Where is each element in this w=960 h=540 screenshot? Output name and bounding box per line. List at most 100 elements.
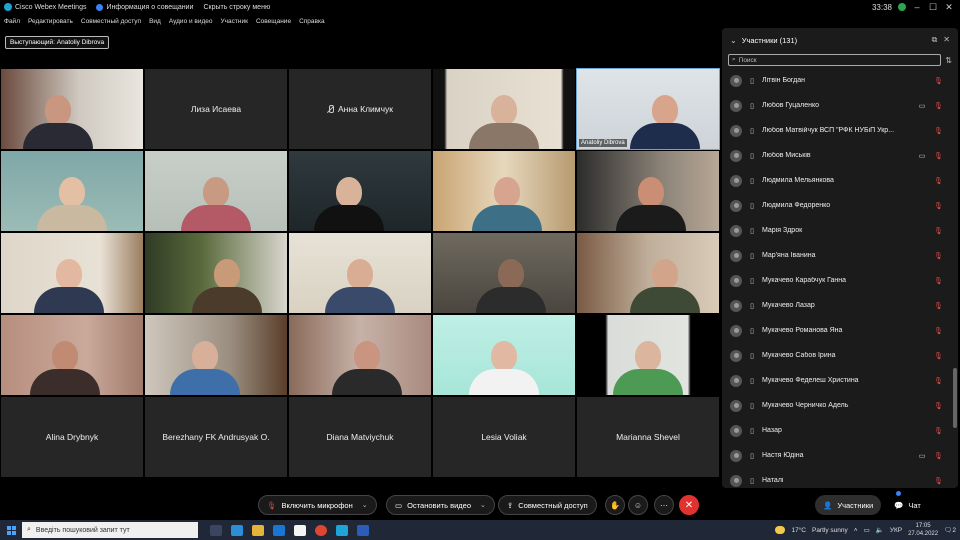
muted-mic-icon[interactable]: 🎙 [934,452,943,460]
participant-row[interactable]: ▯ Людмила Федоренко 🎙 [722,193,950,218]
muted-mic-icon[interactable]: 🎙 [934,402,943,410]
notifications-icon[interactable]: 🗨2 [944,526,956,534]
stop-video-button[interactable]: ▭ Остановить видео ⌄ [386,495,495,515]
video-tile[interactable]: Лиза Исаева [145,69,287,149]
word-icon[interactable] [357,524,369,536]
muted-mic-icon[interactable]: 🎙 [934,352,943,360]
muted-mic-icon[interactable]: 🎙 [934,152,943,160]
participant-row[interactable]: ▯ Наталі 🎙 [722,468,950,488]
clock[interactable]: 17:05 27.04.2022 [908,522,938,538]
menu-participant[interactable]: Участник [221,18,248,25]
video-tile[interactable] [145,151,287,231]
video-tile[interactable] [145,233,287,313]
participant-row[interactable]: ▯ Мукачево Сабов Ірина 🎙 [722,343,950,368]
muted-mic-icon[interactable]: 🎙 [934,302,943,310]
video-tile[interactable] [145,315,287,395]
video-tile[interactable]: Berezhany FK Andrusyak O. [145,397,287,477]
participant-row[interactable]: ▯ Марія Здрок 🎙 [722,218,950,243]
video-tile[interactable] [577,233,719,313]
webex-taskbar-icon[interactable] [336,524,348,536]
muted-mic-icon[interactable]: 🎙 [934,77,943,85]
participant-row[interactable]: ▯ Мукачево Черничко Адель 🎙 [722,393,950,418]
participant-row[interactable]: ▯ Мукачево Феделеш Христина 🎙 [722,368,950,393]
video-tile[interactable]: Diana Matviychuk [289,397,431,477]
file-explorer-icon[interactable] [252,524,264,536]
muted-mic-icon[interactable]: 🎙 [934,377,943,385]
participant-row[interactable]: ▯ Людмила Мельянкова 🎙 [722,168,950,193]
leave-meeting-button[interactable]: ✕ [679,495,699,515]
participant-row[interactable]: ▯ Любов Матвійчук ВСП "РФК НУБіП Укр... 🎙 [722,118,950,143]
unmute-button[interactable]: 🎙 Включить микрофон ⌄ [258,495,377,515]
share-button[interactable]: ⇪ Совместный доступ [498,495,597,515]
muted-mic-icon[interactable]: 🎙 [934,427,943,435]
participant-row[interactable]: ▯ Любов Гуцаленко ▭ 🎙 [722,93,950,118]
muted-mic-icon[interactable]: 🎙 [934,477,943,485]
sort-icon[interactable]: ⇅ [945,56,952,65]
minimize-icon[interactable]: – [912,2,922,12]
chevron-down-icon[interactable]: ⌄ [480,501,486,509]
language-indicator[interactable]: УКР [890,527,902,534]
menu-audio-video[interactable]: Аудио и видео [169,18,213,25]
muted-mic-icon[interactable]: 🎙 [934,102,943,110]
video-tile[interactable] [1,315,143,395]
participants-scrollbar[interactable] [953,368,957,428]
maximize-icon[interactable]: ☐ [928,2,938,13]
menu-file[interactable]: Файл [4,18,20,25]
reactions-button[interactable]: ☺ [628,495,648,515]
edge-browser-icon[interactable] [231,524,243,536]
meeting-info-button[interactable]: Информация о совещании [96,3,193,11]
video-tile[interactable] [433,315,575,395]
participant-row[interactable]: ▯ Мукачево Лазар 🎙 [722,293,950,318]
muted-mic-icon[interactable]: 🎙 [934,252,943,260]
popout-icon[interactable]: ⧉ [932,35,938,45]
task-view-icon[interactable] [210,524,222,536]
more-options-button[interactable]: ⋯ [654,495,674,515]
start-button[interactable] [0,525,22,535]
menu-view[interactable]: Вид [149,18,161,25]
chevron-down-icon[interactable]: ⌄ [362,501,368,509]
participant-row[interactable]: ▯ Назар 🎙 [722,418,950,443]
video-tile[interactable] [433,69,575,149]
video-tile[interactable]: Alina Drybnyk [1,397,143,477]
participant-row[interactable]: ▯ Настя Юдіна ▭ 🎙 [722,443,950,468]
participant-row[interactable]: ▯ Мар'яна Іванина 🎙 [722,243,950,268]
video-tile[interactable] [433,233,575,313]
participant-search-input[interactable]: ⌕ Поиск [728,54,942,66]
participant-row[interactable]: ▯ Мукачево Карабчук Ганна 🎙 [722,268,950,293]
close-icon[interactable]: ✕ [944,2,954,13]
video-tile[interactable] [289,151,431,231]
menu-help[interactable]: Справка [299,18,325,25]
menu-share[interactable]: Совместный доступ [81,18,141,25]
participant-row[interactable]: ▯ Любов Миськів ▭ 🎙 [722,143,950,168]
video-tile[interactable]: Анна Климчук [289,69,431,149]
volume-icon[interactable]: 🔈 [876,526,884,534]
video-tile[interactable]: Marianna Shevel [577,397,719,477]
mail-icon[interactable] [273,524,285,536]
video-tile[interactable] [577,151,719,231]
muted-mic-icon[interactable]: 🎙 [934,277,943,285]
hide-menu-button[interactable]: Скрыть строку меню [203,4,270,11]
video-tile[interactable] [289,315,431,395]
muted-mic-icon[interactable]: 🎙 [934,127,943,135]
close-panel-icon[interactable]: ✕ [943,35,950,45]
collapse-chevron-icon[interactable]: ⌄ [730,36,737,45]
video-tile[interactable] [1,151,143,231]
store-icon[interactable] [294,524,306,536]
menu-meeting[interactable]: Совещание [256,18,291,25]
video-tile[interactable] [577,315,719,395]
chat-tab-button[interactable]: 💬 Чат [886,491,929,515]
video-tile[interactable]: Lesia Voliak [433,397,575,477]
network-icon[interactable]: ▭ [864,526,870,534]
video-tile[interactable] [1,69,143,149]
video-tile[interactable] [433,151,575,231]
muted-mic-icon[interactable]: 🎙 [934,177,943,185]
muted-mic-icon[interactable]: 🎙 [934,202,943,210]
taskbar-search-input[interactable]: ⌕ Введіть пошуковий запит тут [22,522,198,538]
video-tile[interactable] [1,233,143,313]
participant-row[interactable]: ▯ Літвін Богдан 🎙 [722,68,950,93]
video-tile[interactable] [289,233,431,313]
participants-tab-button[interactable]: 👤 Участники [815,495,882,515]
chevron-up-icon[interactable]: ˄ [854,527,858,534]
menu-edit[interactable]: Редактировать [28,18,73,25]
raise-hand-button[interactable]: ✋ [605,495,625,515]
